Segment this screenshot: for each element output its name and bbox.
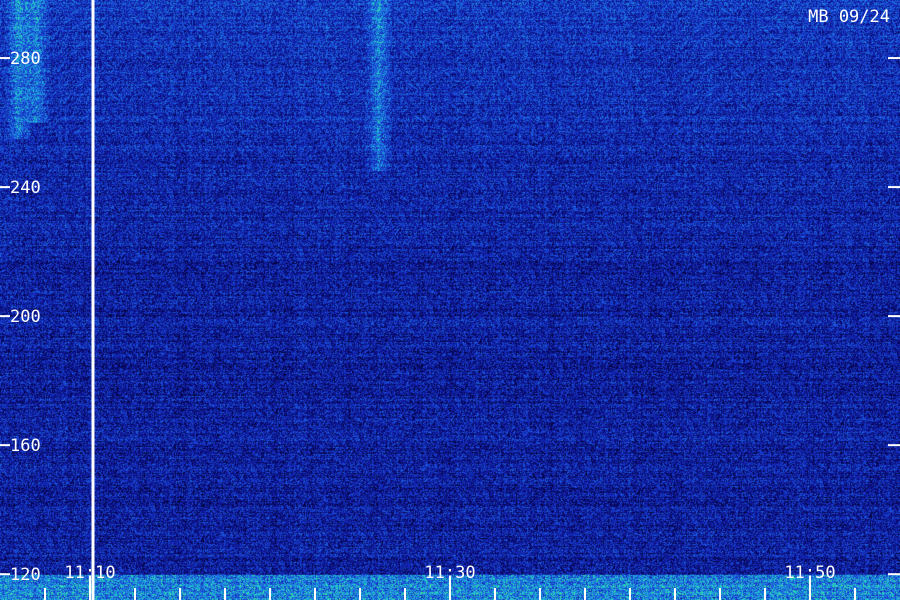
y-tick-label: 240 (10, 178, 41, 198)
y-tick-label: 200 (10, 307, 41, 327)
y-tick-label: 280 (10, 49, 41, 69)
y-tick-label: 120 (10, 565, 41, 585)
y-axis-right (888, 57, 900, 576)
y-axis-left: 120 160 200 240 280 (0, 49, 41, 585)
x-tick-label: 11:30 (424, 563, 475, 583)
chart-overlay: 120 160 200 240 280 11:10 11:30 11:50 MB 09/24 (0, 0, 900, 600)
x-axis: 11:10 11:30 11:50 (44, 563, 856, 600)
x-tick-label: 11:10 (64, 563, 115, 583)
station-label: MB 09/24 (808, 7, 890, 27)
x-tick-label: 11:50 (784, 563, 835, 583)
y-tick-label: 160 (10, 436, 41, 456)
